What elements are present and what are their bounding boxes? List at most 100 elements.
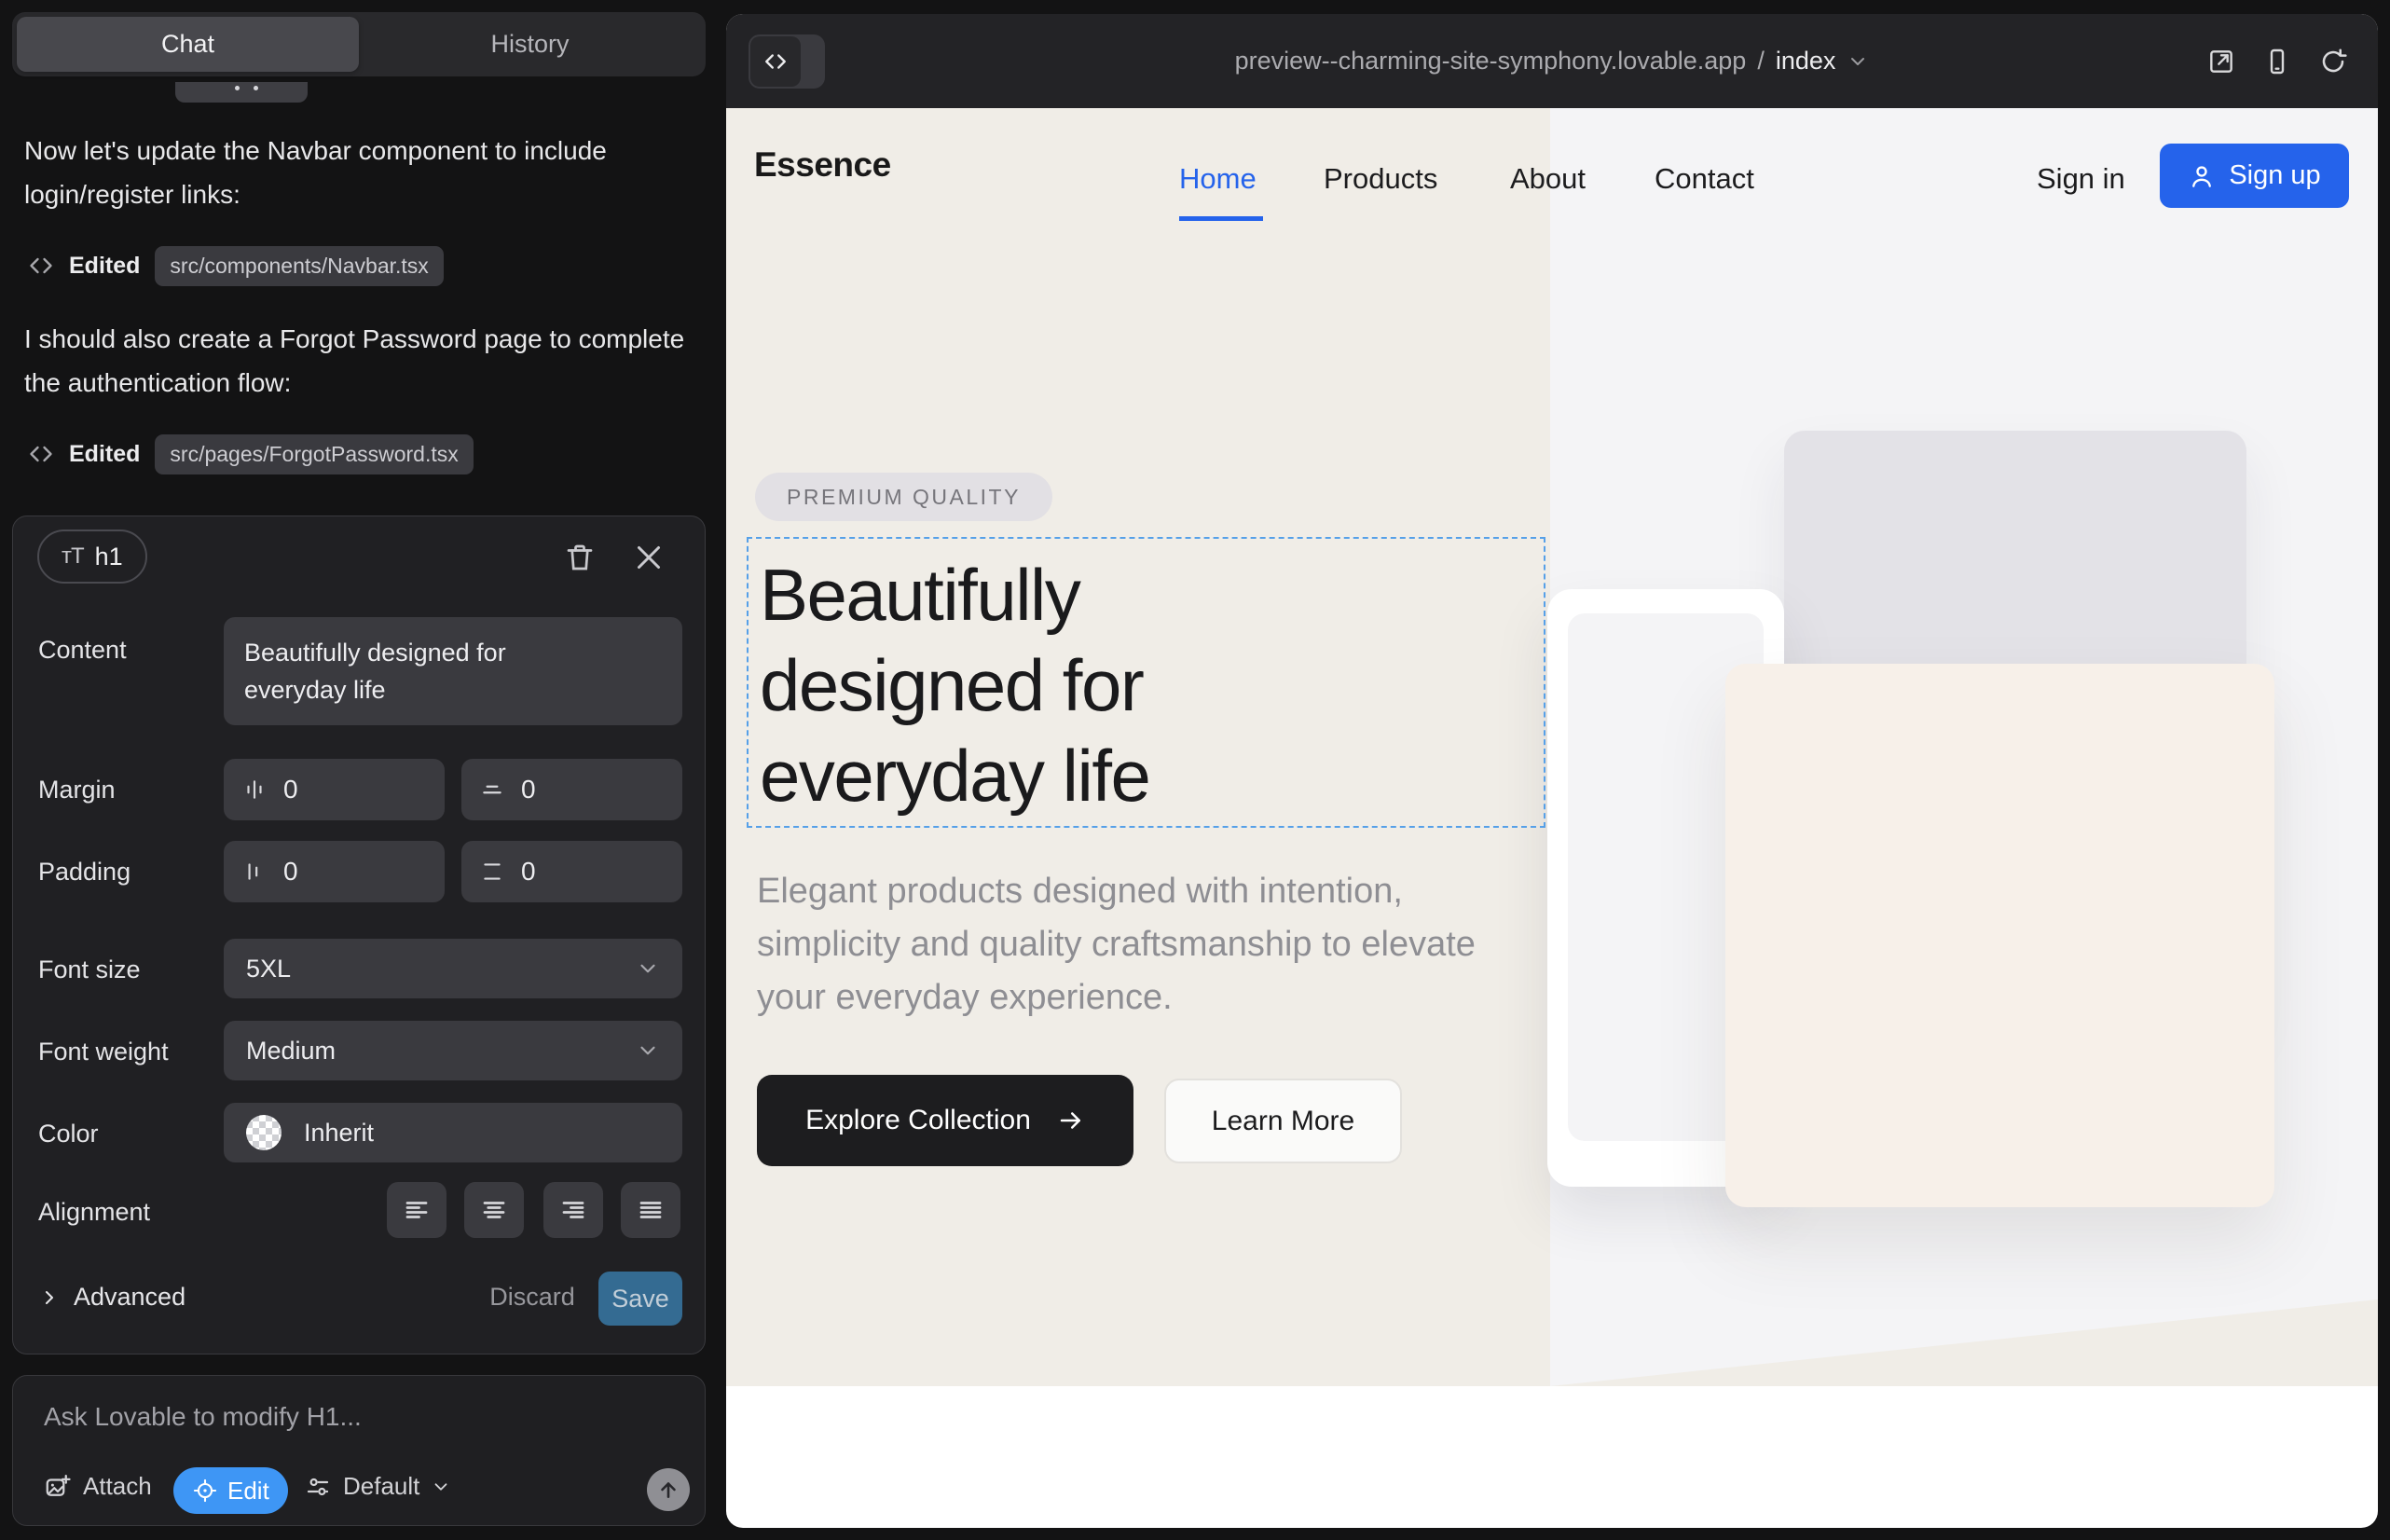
content-value: Beautifully designed for everyday life [244, 634, 598, 708]
hero-paragraph: Elegant products designed with intention… [757, 865, 1512, 1024]
composer-placeholder: Ask Lovable to modify H1... [44, 1402, 362, 1432]
site-logo[interactable]: Essence [754, 145, 891, 185]
tab-history[interactable]: History [359, 17, 701, 72]
truncated-file-chip [175, 82, 308, 103]
url-page: index [1776, 47, 1836, 76]
nav-home[interactable]: Home [1179, 162, 1257, 196]
padding-y-value: 0 [521, 857, 536, 887]
hero-heading-line: designed for [760, 640, 1149, 731]
code-icon [28, 253, 54, 279]
code-preview-toggle [749, 34, 825, 89]
code-view-button[interactable] [750, 36, 801, 87]
sign-up-label: Sign up [2229, 160, 2320, 191]
nav-products[interactable]: Products [1324, 162, 1437, 196]
hero-heading[interactable]: Beautifully designed for everyday life [760, 550, 1149, 821]
chevron-down-icon [636, 1038, 660, 1063]
chevron-down-icon [431, 1477, 451, 1497]
attach-button[interactable]: Attach [44, 1472, 152, 1501]
font-weight-select[interactable]: Medium [224, 1021, 682, 1080]
url-domain: preview--charming-site-symphony.lovable.… [1235, 47, 1747, 76]
app-window: Chat History Now let's update the Navbar… [0, 0, 2390, 1540]
chevron-down-icon [1847, 50, 1869, 73]
padding-y-input[interactable]: 0 [461, 841, 682, 902]
alignment-label: Alignment [38, 1198, 150, 1227]
selected-element-badge: тT h1 [37, 529, 147, 584]
content-input[interactable]: Beautifully designed for everyday life [224, 617, 682, 725]
nav-active-underline [1179, 216, 1263, 221]
chat-history-tabbar: Chat History [12, 12, 706, 76]
align-justify-button[interactable] [621, 1182, 680, 1238]
padding-x-input[interactable]: 0 [224, 841, 445, 902]
color-swatch-transparent [246, 1115, 282, 1150]
site-hero-section: Essence Home Products About Contact Sign… [726, 108, 2378, 1386]
color-select[interactable]: Inherit [224, 1103, 682, 1162]
margin-label: Margin [38, 776, 116, 804]
decor-card-cream [1725, 664, 2274, 1207]
element-tag: h1 [95, 543, 123, 571]
margin-y-input[interactable]: 0 [461, 759, 682, 820]
arrow-up-icon [656, 1478, 680, 1502]
nav-about[interactable]: About [1510, 162, 1586, 196]
font-size-select[interactable]: 5XL [224, 939, 682, 998]
padding-vertical-icon [480, 859, 504, 884]
mobile-view-button[interactable] [2262, 47, 2292, 76]
code-icon [28, 441, 54, 467]
element-editor-panel: тT h1 Content Beautifully designed for e… [12, 516, 706, 1354]
close-panel-button[interactable] [632, 541, 666, 574]
font-size-value: 5XL [246, 955, 291, 983]
edited-file-row: Edited src/pages/ForgotPassword.tsx [28, 433, 474, 475]
advanced-toggle[interactable]: Advanced [38, 1283, 185, 1312]
chevron-down-icon [636, 956, 660, 981]
content-label: Content [38, 636, 127, 665]
margin-x-value: 0 [283, 775, 298, 804]
text-type-icon: тT [62, 543, 84, 570]
hero-heading-line: Beautifully [760, 550, 1149, 640]
learn-more-button[interactable]: Learn More [1164, 1079, 1402, 1163]
preview-frame: preview--charming-site-symphony.lovable.… [726, 14, 2378, 1528]
delete-element-button[interactable] [563, 541, 597, 574]
edit-mode-chip[interactable]: Edit [173, 1467, 288, 1514]
model-default-selector[interactable]: Default [304, 1472, 451, 1501]
explore-collection-button[interactable]: Explore Collection [757, 1075, 1133, 1166]
refresh-button[interactable] [2318, 47, 2348, 76]
arrow-right-icon [1057, 1107, 1085, 1134]
margin-x-input[interactable]: 0 [224, 759, 445, 820]
align-left-button[interactable] [387, 1182, 446, 1238]
target-icon [192, 1478, 218, 1504]
save-button[interactable]: Save [598, 1272, 682, 1326]
attach-label: Attach [83, 1472, 152, 1501]
chevron-right-icon [38, 1286, 61, 1309]
margin-horizontal-icon [242, 777, 267, 802]
nav-contact[interactable]: Contact [1655, 162, 1754, 196]
padding-horizontal-icon [242, 859, 267, 884]
preview-toolbar: preview--charming-site-symphony.lovable.… [726, 14, 2378, 108]
font-weight-label: Font weight [38, 1038, 169, 1066]
url-bar[interactable]: preview--charming-site-symphony.lovable.… [726, 14, 2378, 108]
discard-button[interactable]: Discard [481, 1283, 584, 1312]
default-label: Default [343, 1472, 419, 1501]
edited-file-row: Edited src/components/Navbar.tsx [28, 244, 444, 287]
sign-up-button[interactable]: Sign up [2160, 144, 2349, 208]
edited-label: Edited [69, 441, 140, 468]
sliders-icon [304, 1473, 332, 1501]
color-value: Inherit [304, 1119, 374, 1148]
edited-label: Edited [69, 253, 140, 280]
align-right-button[interactable] [543, 1182, 603, 1238]
send-button[interactable] [647, 1468, 690, 1511]
chat-composer[interactable]: Ask Lovable to modify H1... Attach Edit … [12, 1375, 706, 1526]
url-separator: / [1757, 47, 1765, 76]
open-external-button[interactable] [2206, 47, 2236, 76]
margin-y-value: 0 [521, 775, 536, 804]
padding-label: Padding [38, 858, 130, 887]
margin-vertical-icon [480, 777, 504, 802]
code-icon [763, 49, 788, 74]
assistant-message: Now let's update the Navbar component to… [24, 129, 692, 216]
file-chip[interactable]: src/components/Navbar.tsx [155, 246, 443, 286]
explore-collection-label: Explore Collection [805, 1105, 1031, 1136]
tab-chat[interactable]: Chat [17, 17, 359, 72]
align-center-button[interactable] [464, 1182, 524, 1238]
font-size-label: Font size [38, 956, 141, 984]
padding-x-value: 0 [283, 857, 298, 887]
sign-in-link[interactable]: Sign in [2037, 162, 2125, 196]
file-chip[interactable]: src/pages/ForgotPassword.tsx [155, 434, 473, 474]
